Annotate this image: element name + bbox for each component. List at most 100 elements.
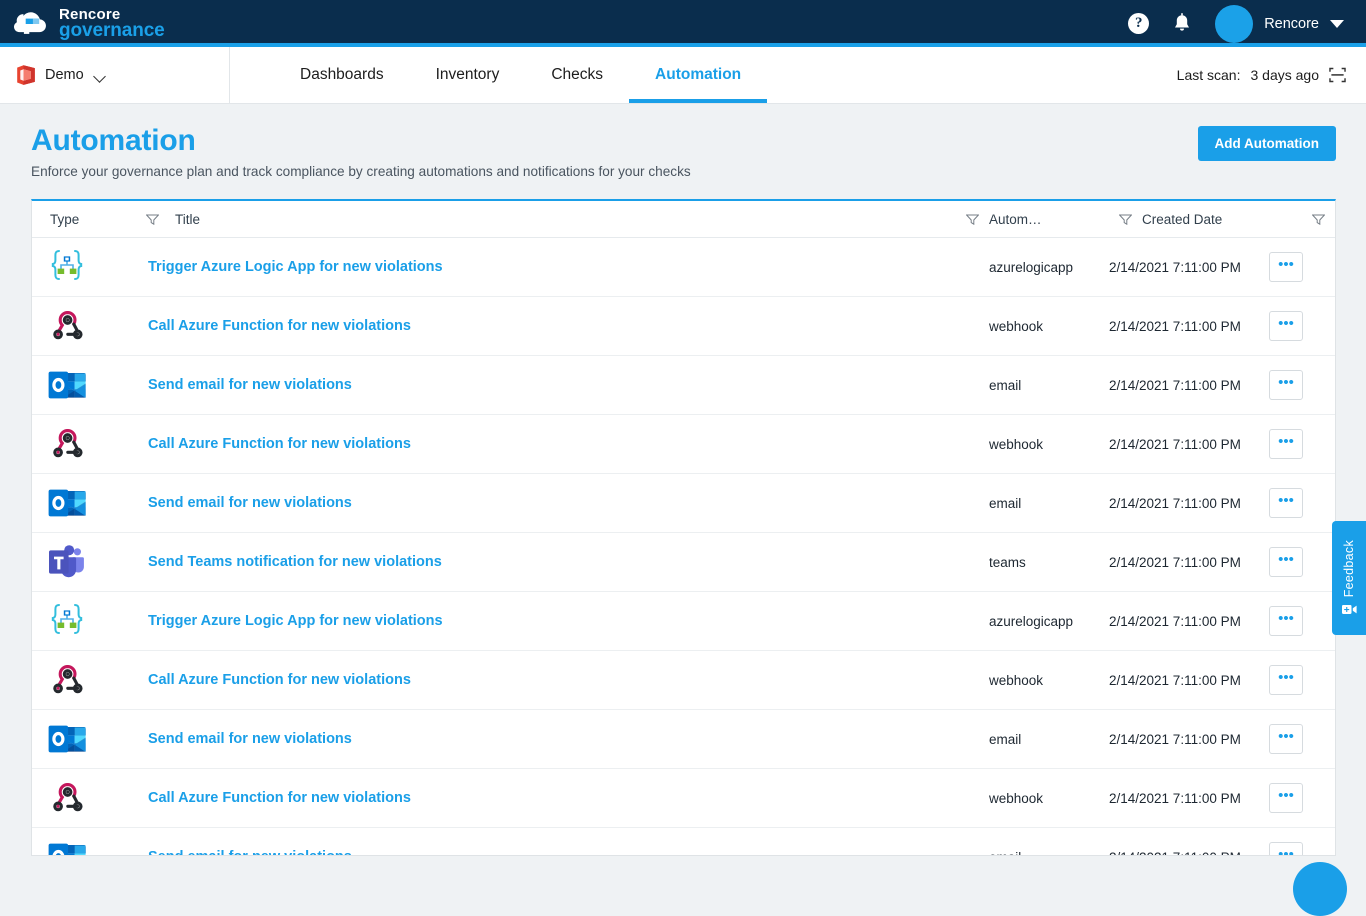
page-content: Automation Enforce your governance plan … — [0, 104, 1366, 856]
tab-dashboards[interactable]: Dashboards — [274, 47, 410, 103]
automation-title-link[interactable]: Trigger Azure Logic App for new violatio… — [142, 613, 443, 629]
brand-line2: governance — [59, 19, 165, 41]
automation-title-link[interactable]: Call Azure Function for new violations — [142, 436, 411, 452]
feedback-tab[interactable]: Feedback — [1332, 521, 1366, 635]
cell-type — [32, 777, 136, 819]
column-header-type[interactable]: Type — [32, 212, 136, 227]
tab-automation[interactable]: Automation — [629, 47, 768, 103]
cell-title: Send email for new violations — [136, 731, 989, 747]
cell-created-date: 2/14/2021 7:11:00 PM — [1109, 377, 1241, 393]
cell-actions: ••• — [1269, 252, 1335, 282]
chat-bubble-icon[interactable] — [1293, 862, 1347, 916]
automations-table: Type Title Autom… Created Date Trigger A… — [31, 199, 1336, 856]
last-scan-info: Last scan: 3 days ago — [1177, 47, 1366, 103]
table-row[interactable]: Send email for new violationsemail2/14/2… — [32, 474, 1335, 533]
cell-type — [32, 600, 136, 642]
cell-automation-type: webhook — [989, 318, 1044, 334]
cell-created-date: 2/14/2021 7:11:00 PM — [1109, 554, 1241, 570]
cell-created-date: 2/14/2021 7:11:00 PM — [1109, 731, 1241, 747]
cell-automation-type: azurelogicapp — [989, 613, 1074, 629]
add-automation-button[interactable]: Add Automation — [1197, 126, 1336, 161]
automation-title-link[interactable]: Call Azure Function for new violations — [142, 790, 411, 806]
table-row[interactable]: Send email for new violationsemail2/14/2… — [32, 710, 1335, 769]
user-name: Rencore — [1264, 15, 1319, 32]
table-row[interactable]: Call Azure Function for new violations we… — [32, 415, 1335, 474]
more-options-icon[interactable]: ••• — [1269, 842, 1303, 855]
automation-title-link[interactable]: Call Azure Function for new violations — [142, 672, 411, 688]
cell-title: Send Teams notification for new violatio… — [136, 554, 989, 570]
more-options-icon[interactable]: ••• — [1269, 547, 1303, 577]
cell-created-date: 2/14/2021 7:11:00 PM — [1109, 259, 1241, 275]
more-options-icon[interactable]: ••• — [1269, 252, 1303, 282]
tenant-label: Demo — [45, 67, 84, 83]
filter-icon[interactable] — [146, 214, 159, 225]
cell-title: Call Azure Function for new violations — [136, 672, 989, 688]
cell-title: Trigger Azure Logic App for new violatio… — [136, 259, 989, 275]
chevron-down-icon — [95, 72, 106, 79]
table-row[interactable]: Call Azure Function for new violations we… — [32, 297, 1335, 356]
header-actions: ? Rencore — [1128, 4, 1344, 43]
cell-automation-type: email — [989, 377, 1022, 393]
more-options-icon[interactable]: ••• — [1269, 665, 1303, 695]
user-menu[interactable]: Rencore — [1215, 4, 1344, 43]
column-header-automation[interactable]: Autom… — [989, 212, 1109, 227]
table-row[interactable]: Call Azure Function for new violations we… — [32, 651, 1335, 710]
more-options-icon[interactable]: ••• — [1269, 606, 1303, 636]
table-row[interactable]: Send email for new violations email 2/14/2… — [32, 356, 1335, 415]
table-row[interactable]: Send Teams notification for new violatio… — [32, 533, 1335, 592]
cell-title: Call Azure Function for new violations — [136, 790, 989, 806]
column-header-created-date[interactable]: Created Date — [1142, 212, 1302, 227]
tab-inventory[interactable]: Inventory — [410, 47, 526, 103]
outlook-icon — [48, 843, 86, 855]
more-options-icon[interactable]: ••• — [1269, 488, 1303, 518]
microsoft365-icon — [17, 65, 35, 85]
help-icon[interactable]: ? — [1128, 13, 1150, 34]
column-header-title-label: Title — [175, 211, 201, 227]
table-row[interactable]: Trigger Azure Logic App for new violatio… — [32, 592, 1335, 651]
video-plus-icon — [1341, 605, 1357, 615]
more-options-icon[interactable]: ••• — [1269, 724, 1303, 754]
teams-icon — [49, 545, 84, 578]
webhook-icon — [53, 665, 83, 694]
last-scan-label: Last scan: — [1176, 67, 1241, 83]
column-header-created-date-label: Created Date — [1142, 211, 1223, 227]
main-navigation: Demo Dashboards Inventory Checks Automat… — [0, 47, 1366, 104]
tab-checks[interactable]: Checks — [525, 47, 629, 103]
automation-title-link[interactable]: Send email for new violations — [142, 849, 352, 855]
cell-title: Send email for new violations — [136, 849, 989, 855]
cell-title: Trigger Azure Logic App for new violatio… — [136, 613, 989, 629]
cell-title: Send email for new violations — [136, 495, 989, 511]
automation-title-link[interactable]: Trigger Azure Logic App for new violatio… — [142, 259, 443, 275]
cell-type — [32, 305, 136, 347]
cell-automation-type: webhook — [989, 436, 1044, 452]
filter-icon[interactable] — [966, 214, 979, 225]
table-row[interactable]: Trigger Azure Logic App for new violatio… — [32, 238, 1335, 297]
cell-actions: ••• — [1269, 488, 1335, 518]
bell-icon[interactable] — [1172, 12, 1192, 35]
more-options-icon[interactable]: ••• — [1269, 370, 1303, 400]
chevron-down-icon — [1330, 19, 1344, 28]
filter-icon[interactable] — [1119, 214, 1132, 225]
scan-refresh-icon[interactable] — [1329, 67, 1346, 83]
cell-automation-type: webhook — [989, 790, 1044, 806]
tenant-selector[interactable]: Demo — [0, 47, 230, 103]
filter-icon[interactable] — [1312, 214, 1325, 225]
cell-automation-type: email — [989, 850, 1109, 856]
brand-logo-group[interactable]: Rencore governance — [14, 7, 165, 41]
automation-title-link[interactable]: Send Teams notification for new violatio… — [142, 554, 442, 570]
more-options-icon[interactable]: ••• — [1269, 311, 1303, 341]
table-row[interactable]: Send email for new violationsemail2/14/2… — [32, 828, 1335, 856]
automation-title-link[interactable]: Send email for new violations — [142, 495, 352, 511]
automation-title-link[interactable]: Send email for new violations — [142, 377, 352, 393]
more-options-icon[interactable]: ••• — [1269, 783, 1303, 813]
webhook-icon — [53, 783, 83, 812]
cell-actions: ••• — [1269, 429, 1335, 459]
table-row[interactable]: Call Azure Function for new violations we… — [32, 769, 1335, 828]
column-header-title[interactable]: Title — [169, 212, 956, 227]
automation-title-link[interactable]: Call Azure Function for new violations — [142, 318, 411, 334]
cell-actions: ••• — [1269, 606, 1335, 636]
more-options-icon[interactable]: ••• — [1269, 429, 1303, 459]
cell-actions: ••• — [1269, 311, 1335, 341]
cell-type — [32, 541, 136, 583]
automation-title-link[interactable]: Send email for new violations — [142, 731, 352, 747]
